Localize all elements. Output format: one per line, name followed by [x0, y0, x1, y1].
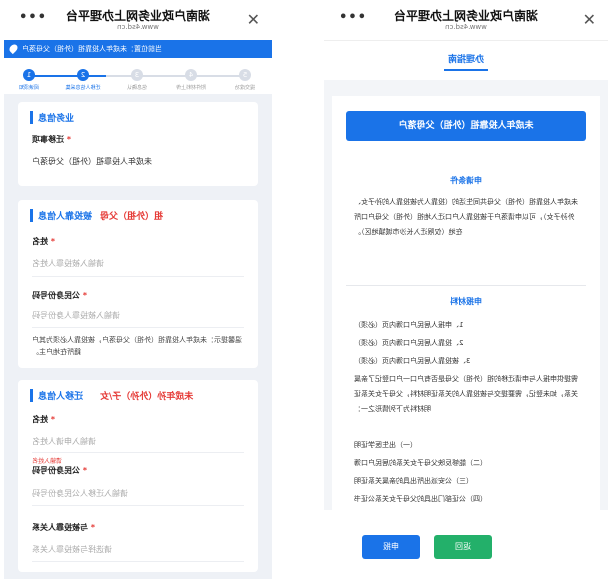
migrant-id-label: * 公民身份号码	[32, 466, 87, 475]
migrant-info-title: 迁移人信息	[30, 389, 84, 402]
relationship-select[interactable]: 请选择与被投靠人关系	[32, 544, 112, 555]
guide-tabs: 办理指南	[324, 40, 608, 74]
relative-name-input[interactable]: 请输入被投靠人姓名	[32, 258, 104, 269]
migrant-name-underline	[32, 452, 244, 453]
service-guide-panel: 湖南户政业务网上办理平台 www.4sd.cn ••• ✕ 办理指南 未成年人投…	[324, 0, 608, 579]
relative-name-underline	[32, 276, 244, 277]
migrant-id-input[interactable]: 请输入迁移人公民身份号码	[32, 488, 128, 499]
migrant-name-label: * 姓名	[32, 415, 55, 424]
material-item-6: （二）能够反映父母子女关系的居民户口簿	[354, 459, 487, 467]
step-1-circle: 1	[23, 69, 35, 81]
material-item-8: （四）公证部门出具的父母子女关系公证书	[354, 495, 487, 503]
conditions-text: 未成年人投靠祖（外祖）父母共同生活的（投靠人为被投靠人的孙子女、外孙子女），可以…	[354, 198, 578, 236]
guide-banner: 未成年人投靠祖（外祖）父母落户	[346, 111, 586, 141]
migrant-info-title-red: 未成年孙（外孙）子/女	[100, 392, 194, 402]
step-2-label: 迁移人信息采集	[65, 85, 101, 91]
material-item-1: 1、申报人居民户口簿内页（必须）	[354, 321, 464, 329]
step-2-circle: 2	[77, 69, 89, 81]
tab-underline	[444, 69, 488, 71]
step-5: 5 提交成功	[220, 69, 270, 91]
step-3-label: 信息确认	[127, 85, 148, 91]
location-bar: 当前位置：未成年人投靠祖（外祖）父母落户	[4, 40, 272, 58]
materials-title: 申报材料	[450, 297, 482, 306]
location-text: 当前位置：未成年人投靠祖（外祖）父母落户	[22, 45, 162, 53]
material-item-5: （一）出生医学证明	[354, 441, 417, 449]
migrant-name-input[interactable]: 请输入申请人姓名	[32, 436, 96, 447]
relationship-underline	[32, 561, 244, 562]
material-item-4: 需提供申报人与申请迁移的祖（外祖）父母是否有户口一户口登记了亲属关系，如未登记，…	[354, 375, 578, 413]
migrant-id-underline	[32, 505, 244, 506]
section-divider	[346, 285, 586, 286]
relative-info-title-red: 祖（外祖）父母	[100, 212, 164, 222]
business-info-card: 业务信息 * 迁移事项 未成年人投靠祖（外祖）父母落户	[18, 102, 258, 186]
material-item-7: （三）公安派出所出具的亲属关系证明	[354, 477, 473, 485]
step-2: 2 迁移人信息采集	[58, 69, 108, 91]
business-info-title: 业务信息	[30, 111, 75, 124]
guide-header: 湖南户政业务网上办理平台 www.4sd.cn ••• ✕	[324, 0, 608, 40]
guide-header-subtitle: www.4sd.cn	[445, 23, 487, 31]
step-5-circle: 5	[239, 69, 251, 81]
relative-id-underline	[32, 327, 244, 328]
tab-service-guide[interactable]: 办理指南	[324, 52, 608, 65]
migrant-info-card: 迁移人信息 未成年孙（外孙）子/女 * 姓名 请输入申请人姓名 请输入姓名 * …	[18, 380, 258, 572]
relative-id-input[interactable]: 请输入被投靠人身份号码	[32, 310, 120, 321]
guide-header-title: 湖南户政业务网上办理平台	[394, 9, 539, 23]
relative-id-label: * 公民身份号码	[32, 291, 87, 300]
step-4-circle: 4	[185, 69, 197, 81]
apply-button[interactable]: 申报	[362, 535, 420, 559]
close-icon[interactable]: ✕	[247, 10, 260, 29]
migration-item-label: * 迁移事项	[32, 135, 71, 144]
location-pin-icon	[7, 42, 20, 55]
material-item-2: 2、投靠人居民户口簿内页（必须）	[354, 339, 464, 347]
migrant-name-error: 请输入姓名	[32, 458, 63, 465]
guide-more-icon[interactable]: •••	[338, 10, 366, 25]
form-header: 湖南户政业务网上办理平台 www.4sd.cn ••• ✕	[4, 0, 272, 40]
migration-item-value: 未成年人投靠祖（外祖）父母落户	[32, 157, 152, 166]
relative-info-card: 被投靠人信息 祖（外祖）父母 * 姓名 请输入被投靠人姓名 * 公民身份号码 请…	[18, 200, 258, 368]
more-icon[interactable]: •••	[18, 10, 46, 25]
application-form-panel: 湖南户政业务网上办理平台 www.4sd.cn ••• ✕ 当前位置：未成年人投…	[4, 0, 272, 579]
relative-info-title: 被投靠人信息	[30, 209, 93, 222]
progress-steps: 1 阅读须知 2 迁移人信息采集 3 信息确认 4 附件材料上传 5 提交成功	[4, 58, 272, 94]
conditions-title: 申请条件	[450, 176, 482, 185]
step-4-label: 附件材料上传	[176, 85, 207, 91]
step-3: 3 信息确认	[112, 69, 162, 91]
relative-name-label: * 姓名	[32, 237, 55, 246]
step-1: 1 阅读须知	[4, 69, 54, 91]
guide-close-icon[interactable]: ✕	[583, 10, 596, 29]
relative-note: 温馨提示：未成年人投靠祖（外祖）父母落户，被投靠人必须为其户籍所在地户主。	[32, 336, 242, 356]
relationship-label: * 与被投靠人关系	[32, 523, 95, 532]
step-3-circle: 3	[131, 69, 143, 81]
step-4: 4 附件材料上传	[166, 69, 216, 91]
step-5-label: 提交成功	[235, 85, 256, 91]
back-button[interactable]: 返回	[434, 535, 492, 559]
material-item-3: 3、被投靠人居民户口簿内页（必须）	[354, 357, 471, 365]
step-1-label: 阅读须知	[19, 85, 40, 91]
